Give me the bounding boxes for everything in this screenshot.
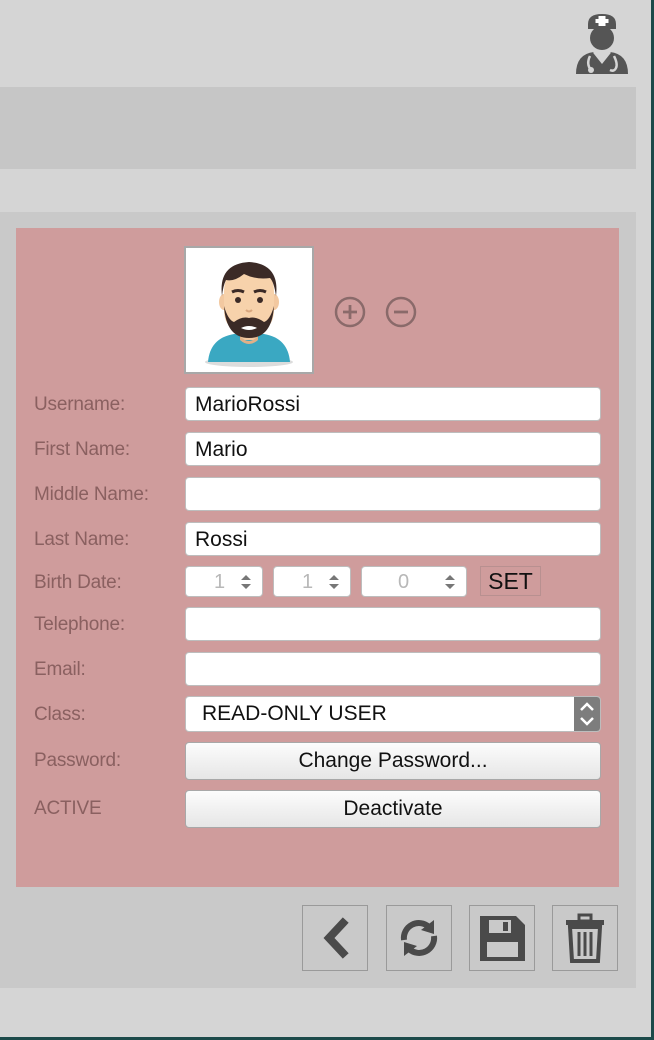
telephone-field[interactable] bbox=[185, 607, 601, 641]
save-icon bbox=[480, 916, 525, 961]
back-icon bbox=[323, 917, 349, 959]
refresh-button[interactable] bbox=[386, 905, 452, 971]
info-bar bbox=[0, 87, 636, 169]
minus-circle-icon bbox=[385, 296, 417, 328]
status-label: ACTIVE bbox=[34, 798, 102, 819]
save-button[interactable] bbox=[469, 905, 535, 971]
last-name-label: Last Name: bbox=[34, 529, 130, 550]
class-select[interactable]: READ-ONLY USER bbox=[185, 696, 601, 732]
add-photo-button[interactable] bbox=[334, 296, 366, 328]
birth-date-label: Birth Date: bbox=[34, 572, 122, 593]
email-label: Email: bbox=[34, 659, 86, 680]
user-avatar[interactable] bbox=[184, 246, 314, 374]
username-label: Username: bbox=[34, 394, 126, 415]
middle-name-field[interactable] bbox=[185, 477, 601, 511]
set-birth-date-button[interactable]: SET bbox=[480, 566, 541, 596]
last-name-field[interactable]: Rossi bbox=[185, 522, 601, 556]
middle-name-label: Middle Name: bbox=[34, 484, 149, 505]
first-name-label: First Name: bbox=[34, 439, 130, 460]
bearded-man-avatar-icon bbox=[205, 262, 293, 367]
telephone-label: Telephone: bbox=[34, 614, 125, 635]
remove-photo-button[interactable] bbox=[385, 296, 417, 328]
birth-year-value: 0 bbox=[398, 571, 410, 593]
delete-icon bbox=[566, 913, 604, 963]
deactivate-button[interactable]: Deactivate bbox=[185, 790, 601, 828]
spinner-arrows-icon bbox=[445, 575, 455, 589]
birth-day-value: 1 bbox=[214, 571, 226, 593]
email-field[interactable] bbox=[185, 652, 601, 686]
birth-month-spinner[interactable]: 1 bbox=[273, 566, 351, 597]
first-name-field[interactable]: Mario bbox=[185, 432, 601, 466]
spinner-arrows-icon bbox=[329, 575, 339, 589]
spinner-arrows-icon bbox=[241, 575, 251, 589]
birth-day-spinner[interactable]: 1 bbox=[185, 566, 263, 597]
class-label: Class: bbox=[34, 704, 86, 725]
birth-year-spinner[interactable]: 0 bbox=[361, 566, 467, 597]
birth-month-value: 1 bbox=[302, 571, 314, 593]
username-field[interactable]: MarioRossi bbox=[185, 387, 601, 421]
plus-circle-icon bbox=[334, 296, 366, 328]
select-arrows-icon bbox=[574, 697, 600, 731]
password-label: Password: bbox=[34, 750, 121, 771]
change-password-button[interactable]: Change Password... bbox=[185, 742, 601, 780]
doctor-avatar-icon[interactable] bbox=[572, 12, 632, 74]
delete-button[interactable] bbox=[552, 905, 618, 971]
class-selected-value: READ-ONLY USER bbox=[202, 702, 387, 725]
refresh-icon bbox=[400, 920, 438, 956]
back-button[interactable] bbox=[302, 905, 368, 971]
user-form-panel bbox=[16, 228, 619, 887]
